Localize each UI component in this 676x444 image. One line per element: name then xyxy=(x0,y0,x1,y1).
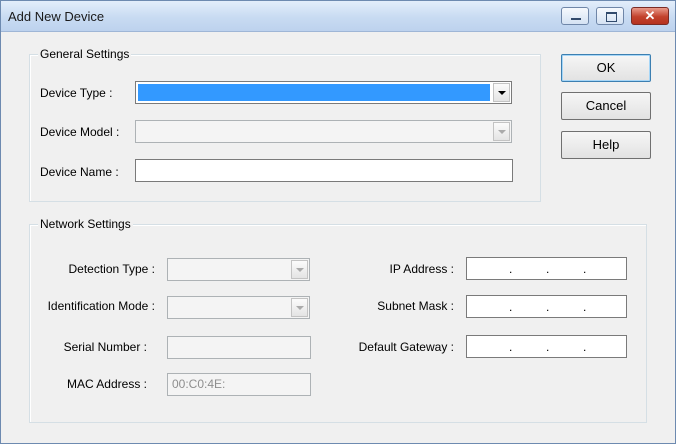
device-name-label: Device Name : xyxy=(40,165,119,179)
mac-address-label: MAC Address : xyxy=(66,377,147,391)
maximize-icon xyxy=(606,12,617,22)
close-button[interactable]: ✕ xyxy=(631,7,669,25)
subnet-mask-dot-2: . xyxy=(546,300,550,314)
detection-type-dropdown[interactable] xyxy=(167,258,310,281)
add-new-device-dialog: Add New Device ✕ General Settings Device… xyxy=(0,0,676,444)
device-model-label: Device Model : xyxy=(40,125,120,139)
dropdown-arrow-icon[interactable] xyxy=(493,122,510,141)
dropdown-arrow-icon[interactable] xyxy=(291,260,308,279)
default-gateway-dot-2: . xyxy=(546,340,550,354)
ip-address-dot-3: . xyxy=(583,262,587,276)
mac-address-input[interactable]: 00:C0:4E: xyxy=(167,373,311,396)
network-settings-legend: Network Settings xyxy=(38,217,133,231)
ip-address-dot-2: . xyxy=(546,262,550,276)
maximize-button[interactable] xyxy=(596,7,624,25)
subnet-mask-label: Subnet Mask : xyxy=(377,299,454,313)
window-title: Add New Device xyxy=(8,9,105,24)
ok-button[interactable]: OK xyxy=(561,54,651,82)
subnet-mask-input[interactable]: . . . xyxy=(466,295,627,318)
network-settings-group: Network Settings xyxy=(29,217,647,423)
cancel-button[interactable]: Cancel xyxy=(561,92,651,120)
default-gateway-label: Default Gateway : xyxy=(358,340,454,354)
serial-number-label: Serial Number : xyxy=(63,340,147,354)
detection-type-label: Detection Type : xyxy=(68,262,156,276)
device-type-label: Device Type : xyxy=(40,86,113,100)
dropdown-arrow-icon[interactable] xyxy=(291,298,308,317)
device-type-dropdown[interactable] xyxy=(135,81,512,104)
help-button[interactable]: Help xyxy=(561,131,651,159)
minimize-button[interactable] xyxy=(561,7,589,25)
default-gateway-input[interactable]: . . . xyxy=(466,335,627,358)
ip-address-label: IP Address : xyxy=(389,262,454,276)
device-type-selection xyxy=(138,84,490,101)
subnet-mask-dot-1: . xyxy=(509,300,513,314)
device-name-input[interactable] xyxy=(135,159,513,182)
dropdown-arrow-icon[interactable] xyxy=(493,83,510,102)
close-icon: ✕ xyxy=(644,8,656,23)
ip-address-input[interactable]: . . . xyxy=(466,257,627,280)
identification-mode-label: Identification Mode : xyxy=(47,299,155,313)
identification-mode-dropdown[interactable] xyxy=(167,296,310,319)
ip-address-dot-1: . xyxy=(509,262,513,276)
subnet-mask-dot-3: . xyxy=(583,300,587,314)
device-model-dropdown[interactable] xyxy=(135,120,512,143)
default-gateway-dot-1: . xyxy=(509,340,513,354)
title-bar[interactable]: Add New Device ✕ xyxy=(1,1,675,32)
minimize-icon xyxy=(571,18,581,20)
general-settings-legend: General Settings xyxy=(38,47,132,61)
default-gateway-dot-3: . xyxy=(583,340,587,354)
serial-number-input[interactable] xyxy=(167,336,311,359)
